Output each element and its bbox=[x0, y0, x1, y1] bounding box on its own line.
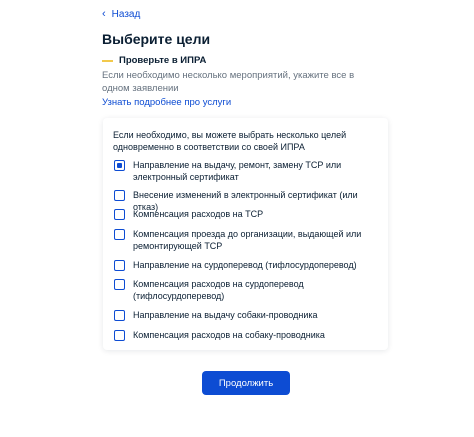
chevron-left-icon: ‹ bbox=[102, 8, 106, 20]
checkbox[interactable] bbox=[114, 279, 125, 290]
checkbox-checked[interactable] bbox=[114, 160, 125, 171]
back-label: Назад bbox=[111, 9, 141, 20]
goal-option-label: Направление на выдачу, ремонт, замену ТС… bbox=[133, 160, 342, 182]
hint-title-text: Проверьте в ИПРА bbox=[119, 55, 207, 66]
goal-option-4[interactable]: Компенсация проезда до организации, выда… bbox=[114, 228, 378, 252]
hint-marker bbox=[102, 59, 113, 62]
hint-text: Если необходимо несколько мероприятий, у… bbox=[102, 70, 355, 94]
checkbox[interactable] bbox=[114, 310, 125, 321]
continue-button[interactable]: Продолжить bbox=[202, 371, 290, 395]
goal-option-label: Направление на выдачу собаки-проводника bbox=[133, 310, 318, 320]
goal-option-label: Компенсация расходов на собаку-проводник… bbox=[133, 330, 325, 340]
checkbox[interactable] bbox=[114, 330, 125, 341]
goal-option-3[interactable]: Компенсация расходов на ТСР bbox=[114, 208, 378, 220]
checkbox[interactable] bbox=[114, 260, 125, 271]
goal-option-5[interactable]: Направление на сурдоперевод (тифлосурдоп… bbox=[114, 259, 378, 271]
goal-option-label: Компенсация проезда до организации, выда… bbox=[133, 229, 362, 251]
more-info-link[interactable]: Узнать подробнее про услуги bbox=[102, 97, 231, 108]
goal-option-label: Компенсация расходов на ТСР bbox=[133, 209, 264, 219]
goal-option-8[interactable]: Компенсация расходов на собаку-проводник… bbox=[114, 329, 378, 341]
goal-option-label: Компенсация расходов на сурдоперевод (ти… bbox=[133, 279, 304, 301]
page-title: Выберите цели bbox=[102, 31, 211, 47]
goal-option-1[interactable]: Направление на выдачу, ремонт, замену ТС… bbox=[114, 159, 378, 183]
hint-title: Проверьте в ИПРА bbox=[102, 55, 206, 66]
checkbox[interactable] bbox=[114, 190, 125, 201]
goals-intro: Если необходимо, вы можете выбрать неско… bbox=[113, 130, 347, 152]
checkbox[interactable] bbox=[114, 209, 125, 220]
checkbox[interactable] bbox=[114, 229, 125, 240]
back-link[interactable]: ‹ Назад bbox=[102, 8, 141, 21]
goal-option-7[interactable]: Направление на выдачу собаки-проводника bbox=[114, 309, 378, 321]
goal-option-label: Направление на сурдоперевод (тифлосурдоп… bbox=[133, 260, 357, 270]
goal-option-6[interactable]: Компенсация расходов на сурдоперевод (ти… bbox=[114, 278, 378, 302]
